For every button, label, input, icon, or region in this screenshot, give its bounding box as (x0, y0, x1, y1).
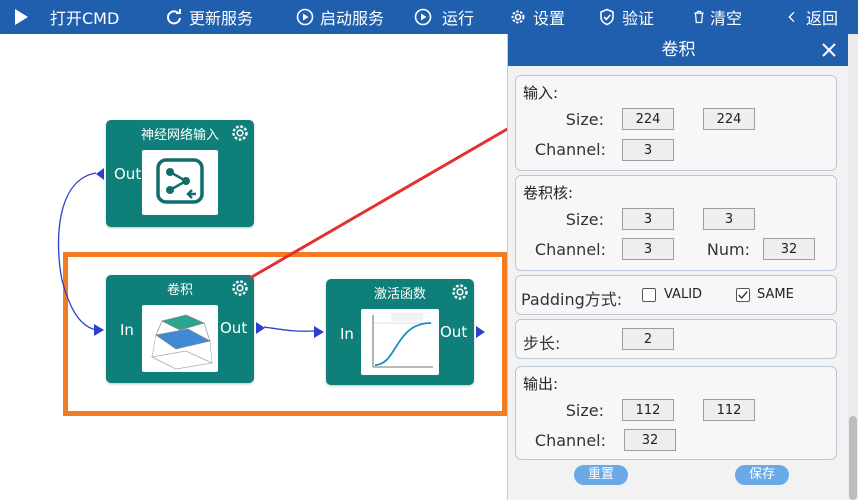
node-network-input[interactable]: 神经网络输入 Out (96, 120, 254, 227)
panel-scrollbar[interactable] (848, 34, 858, 500)
back-icon (786, 8, 798, 26)
input-port[interactable] (314, 326, 324, 338)
toolbar-update-service[interactable]: 更新服务 (165, 0, 253, 34)
toolbar-back[interactable]: 返回 (786, 0, 838, 34)
refresh-icon (165, 8, 183, 26)
network-input-image (142, 150, 218, 215)
toolbar-label: 运行 (442, 9, 475, 28)
input-channel[interactable]: 3 (622, 139, 674, 161)
output-size-height[interactable]: 112 (703, 399, 755, 421)
toolbar-run[interactable]: 运行 (414, 0, 474, 34)
toolbar-open-cmd[interactable]: 打开CMD (12, 0, 119, 34)
node-convolution[interactable]: 卷积 In Out (94, 275, 265, 383)
activation-image (361, 309, 439, 375)
kernel-size-width[interactable]: 3 (622, 208, 674, 230)
gear-icon[interactable] (230, 278, 250, 298)
properties-panel: 卷积 输入: Size: 224 224 Channel: 3 卷积核: Siz… (507, 34, 849, 500)
group-kernel: 卷积核: Size: 3 3 Channel: 3 Num: 32 (515, 175, 837, 271)
toolbar-start-service[interactable]: 启动服务 (296, 0, 384, 34)
toolbar-label: 返回 (806, 9, 839, 28)
size-label: Size: (565, 401, 604, 420)
convolution-grid-icon (150, 314, 214, 370)
shield-icon (598, 8, 616, 26)
group-stride: 步长: 2 (515, 319, 837, 359)
toolbar-validate[interactable]: 验证 (598, 0, 654, 34)
group-output: 输出: Size: 112 112 Channel: 32 (515, 366, 837, 460)
kernel-channel[interactable]: 3 (622, 238, 674, 260)
close-icon[interactable] (819, 40, 839, 60)
start-icon (296, 8, 314, 26)
node-activation[interactable]: 激活函数 In Out (314, 279, 485, 385)
num-label: Num: (706, 240, 750, 259)
toolbar-label: 验证 (622, 9, 655, 28)
toolbar-label: 设置 (533, 9, 566, 28)
gear-icon[interactable] (450, 282, 470, 302)
port-in-label: In (120, 321, 134, 339)
port-out-label: Out (220, 319, 248, 337)
channel-label: Channel: (534, 431, 606, 450)
run-icon (414, 8, 432, 26)
padding-valid-checkbox[interactable] (642, 288, 656, 302)
group-title: 输出: (523, 375, 559, 393)
toolbar: 打开CMD 更新服务 启动服务 运行 设置 验证 清空 返回 (0, 0, 858, 34)
toolbar-settings[interactable]: 设置 (509, 0, 565, 34)
size-label: Size: (565, 110, 604, 129)
output-size-width[interactable]: 112 (622, 399, 674, 421)
stride-label: 步长: (523, 334, 561, 353)
group-padding: Padding方式: VALID SAME (515, 275, 837, 315)
padding-same-label: SAME (757, 287, 794, 302)
check-icon (738, 291, 748, 300)
input-port[interactable] (94, 324, 104, 336)
output-channel[interactable]: 32 (624, 429, 676, 451)
save-button[interactable]: 保存 (735, 465, 789, 485)
sigmoid-curve-icon (372, 313, 433, 368)
kernel-num[interactable]: 32 (763, 238, 815, 260)
convolution-image (142, 305, 218, 372)
output-port[interactable] (476, 326, 485, 338)
panel-title: 卷积 (661, 40, 696, 60)
workflow-canvas[interactable]: 神经网络输入 Out 卷积 In Out 激活函数 In Out (0, 34, 508, 500)
reset-button[interactable]: 重置 (574, 465, 628, 485)
output-port[interactable] (256, 322, 265, 334)
group-title: 卷积核: (523, 184, 574, 202)
toolbar-label: 清空 (710, 9, 743, 28)
share-icon (156, 158, 204, 204)
gear-icon[interactable] (230, 123, 250, 143)
group-input: 输入: Size: 224 224 Channel: 3 (515, 75, 837, 171)
toolbar-label: 启动服务 (320, 9, 385, 28)
toolbar-label: 更新服务 (189, 9, 254, 28)
toolbar-clear[interactable]: 清空 (692, 0, 742, 34)
padding-valid-label: VALID (664, 287, 703, 302)
gear-icon (509, 8, 527, 26)
input-size-height[interactable]: 224 (703, 108, 755, 130)
stride-value[interactable]: 2 (622, 328, 674, 350)
port-in-label: In (340, 325, 354, 343)
output-port[interactable] (96, 168, 104, 180)
scrollbar-thumb[interactable] (849, 416, 857, 500)
channel-label: Channel: (534, 140, 606, 159)
toolbar-label: 打开CMD (50, 9, 120, 28)
padding-label: Padding方式: (521, 290, 623, 309)
kernel-size-height[interactable]: 3 (703, 208, 755, 230)
padding-same-checkbox[interactable] (736, 288, 750, 302)
group-title: 输入: (523, 84, 559, 102)
size-label: Size: (565, 210, 604, 229)
port-out-label: Out (114, 165, 142, 183)
input-size-width[interactable]: 224 (622, 108, 674, 130)
channel-label: Channel: (534, 240, 606, 259)
port-out-label: Out (440, 323, 468, 341)
trash-icon (692, 8, 706, 26)
play-icon (12, 8, 30, 26)
panel-header: 卷积 (508, 34, 849, 66)
